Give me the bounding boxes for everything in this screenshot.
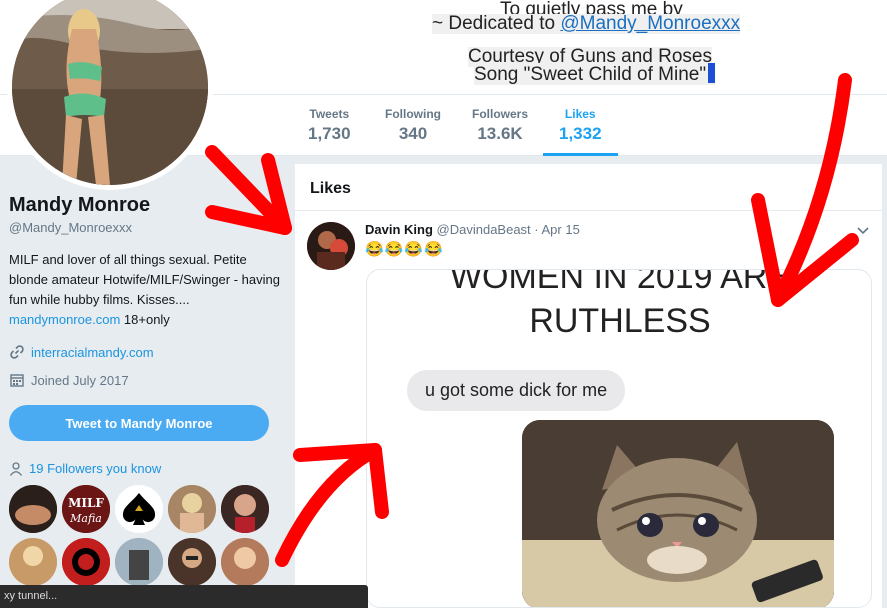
calendar-icon (10, 374, 24, 387)
follower-avatar[interactable] (168, 538, 216, 586)
profile-bio-text: MILF and lover of all things sexual. Pet… (9, 252, 280, 307)
tweet-text: 😂😂😂😂 (365, 241, 444, 258)
follower-avatar[interactable] (62, 538, 110, 586)
tweet-author-avatar[interactable] (307, 222, 355, 270)
banner-line-2: ~ Dedicated to @Mandy_Monroexxx (432, 13, 741, 34)
nav-tweets[interactable]: Tweets 1,730 (308, 107, 351, 144)
divider (295, 210, 882, 211)
profile-joined-row: Joined July 2017 (9, 372, 129, 388)
media-headline-line-2: RUTHLESS (529, 302, 711, 340)
follower-avatar[interactable] (221, 538, 269, 586)
spade-icon (115, 485, 163, 533)
follower-photo: MILF Mafia (62, 485, 110, 533)
likes-heading: Likes (310, 180, 351, 197)
tweet-author-handle-and-date: @DavindaBeast · Apr 15 (436, 222, 580, 237)
follower-avatar[interactable]: MILF Mafia (62, 485, 110, 533)
follower-avatar[interactable] (9, 485, 57, 533)
follower-avatar[interactable] (115, 538, 163, 586)
nav-tweets-label: Tweets (309, 107, 350, 121)
profile-website-row: interracialmandy.com (9, 344, 154, 360)
crying-cat-photo (522, 420, 834, 607)
follower-photo (221, 485, 269, 533)
follower-avatar[interactable] (9, 538, 57, 586)
nav-following-count: 340 (398, 124, 428, 143)
chevron-down-icon[interactable] (855, 222, 871, 238)
tweet-media-image[interactable]: WOMEN IN 2019 ARE RUTHLESS u got some di… (366, 269, 872, 608)
follower-photo (168, 485, 216, 533)
follower-photo (115, 538, 163, 586)
banner-line-4: Song "Sweet Child of Mine" (474, 63, 716, 85)
follower-logo-text-mafia: Mafia (69, 512, 102, 525)
profile-handle: @Mandy_Monroexxx (9, 220, 133, 235)
profile-bio: MILF and lover of all things sexual. Pet… (9, 250, 289, 330)
media-chat-bubble: u got some dick for me (407, 370, 626, 411)
profile-joined-date: Joined July 2017 (31, 372, 129, 388)
media-headline-line-1: WOMEN IN 2019 ARE (449, 269, 791, 296)
follower-photo (168, 538, 216, 586)
nav-tweets-count: 1,730 (308, 124, 351, 143)
profile-website-link[interactable]: interracialmandy.com (31, 345, 154, 360)
profile-bio-suffix: 18+only (123, 312, 170, 327)
nav-likes-label: Likes (564, 107, 596, 121)
follower-avatar[interactable] (221, 485, 269, 533)
tweet-author-name[interactable]: Davin King (365, 222, 433, 237)
banner-line-2-prefix: ~ Dedicated to (432, 13, 561, 34)
likes-timeline: Likes Davin King @DavindaBeast · Apr 15 … (295, 164, 882, 608)
nav-followers-label: Followers (472, 107, 529, 121)
nav-likes[interactable]: Likes 1,332 (543, 107, 618, 156)
follower-avatar[interactable] (115, 485, 163, 533)
nav-following-label: Following (385, 107, 441, 121)
profile-name[interactable]: Mandy Monroe (9, 194, 150, 217)
followers-you-know-label: 19 Followers you know (29, 461, 162, 476)
follower-logo (62, 538, 110, 586)
nav-followers[interactable]: Followers 13.6K (472, 107, 528, 144)
author-photo (307, 222, 355, 270)
link-icon (10, 345, 24, 359)
follower-photo (9, 485, 57, 533)
profile-sidebar: Mandy Monroe @Mandy_Monroexxx MILF and l… (0, 156, 290, 608)
text-cursor (708, 63, 716, 83)
browser-status-bar: xy tunnel... (0, 585, 368, 608)
person-icon (9, 461, 23, 476)
tweet-author[interactable]: Davin King @DavindaBeast · Apr 15 (365, 222, 580, 237)
banner-line-4-text: Song "Sweet Child of Mine" (474, 64, 707, 85)
cat-icon (522, 420, 834, 607)
nav-followers-count: 13.6K (477, 124, 523, 143)
nav-likes-count: 1,332 (559, 124, 602, 143)
follower-logo-text-milf: MILF (68, 496, 104, 510)
tweet-to-button[interactable]: Tweet to Mandy Monroe (9, 405, 269, 441)
profile-bio-link[interactable]: mandymonroe.com (9, 312, 120, 327)
follower-photo (221, 538, 269, 586)
follower-photo (9, 538, 57, 586)
banner-mention-link[interactable]: @Mandy_Monroexxx (560, 13, 740, 34)
follower-avatar[interactable] (168, 485, 216, 533)
nav-active-indicator (543, 153, 618, 156)
followers-you-know[interactable]: 19 Followers you know (9, 461, 161, 476)
nav-following[interactable]: Following 340 (385, 107, 441, 144)
